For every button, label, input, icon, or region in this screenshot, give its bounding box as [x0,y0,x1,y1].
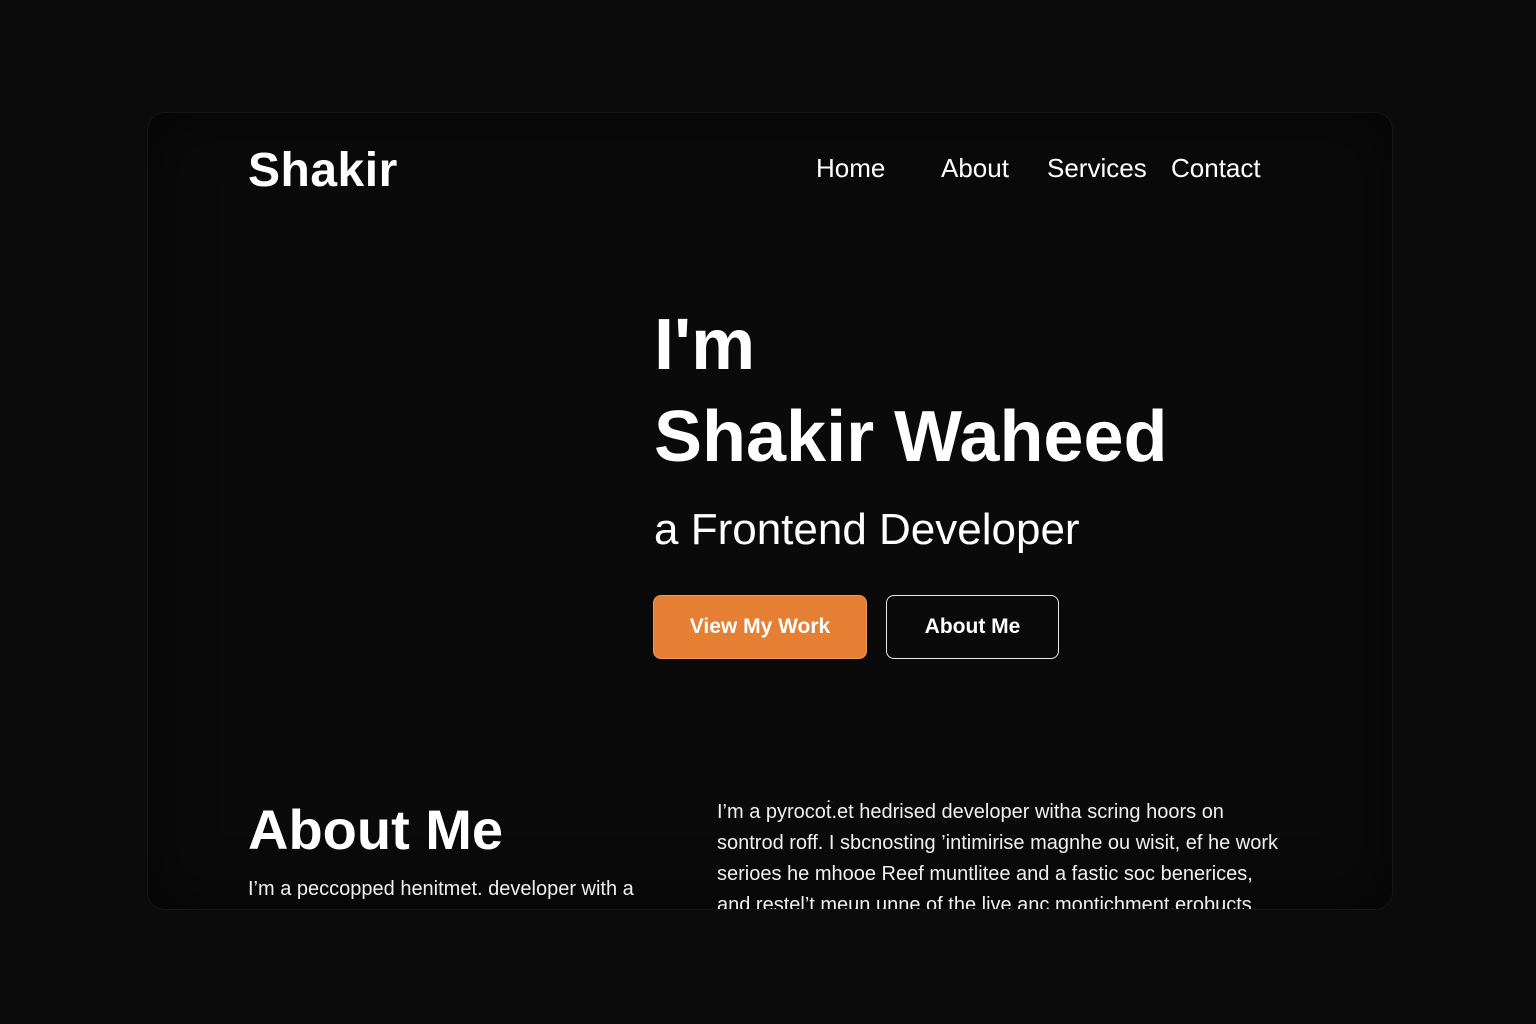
view-my-work-button[interactable]: View My Work [653,595,867,659]
nav-link-home[interactable]: Home [816,153,885,184]
about-lead-text: I’m a peccopped henitmet. developer with… [248,878,634,900]
main-nav: Home About Services Contact [148,153,1392,187]
about-body-line: serioes he mhooe Reef muntlitee and a fa… [717,863,1253,885]
site-frame: Shakir Home About Services Contact I'm S… [147,112,1393,910]
nav-link-services[interactable]: Services [1047,153,1147,184]
hero-intro: I'm [654,305,756,385]
nav-link-about[interactable]: About [941,153,1009,184]
hero-role: a Frontend Developer [654,505,1080,554]
page: Shakir Home About Services Contact I'm S… [0,0,1536,1024]
about-body: I’m a pyrocoṫ.et hedrised developer wit… [717,797,1317,910]
about-body-line: sontrod roff. I sbcnosting ’intimirise m… [717,832,1278,854]
hero-name: Shakir Waheed [654,397,1168,477]
nav-link-contact[interactable]: Contact [1171,153,1261,184]
about-body-line: I’m a pyrocoṫ.et hedrised developer wit… [717,801,1224,823]
about-body-line: and restel’t meun unne of the live anc m… [717,894,1252,910]
about-me-button[interactable]: About Me [886,595,1059,659]
about-heading: About Me [248,798,504,861]
